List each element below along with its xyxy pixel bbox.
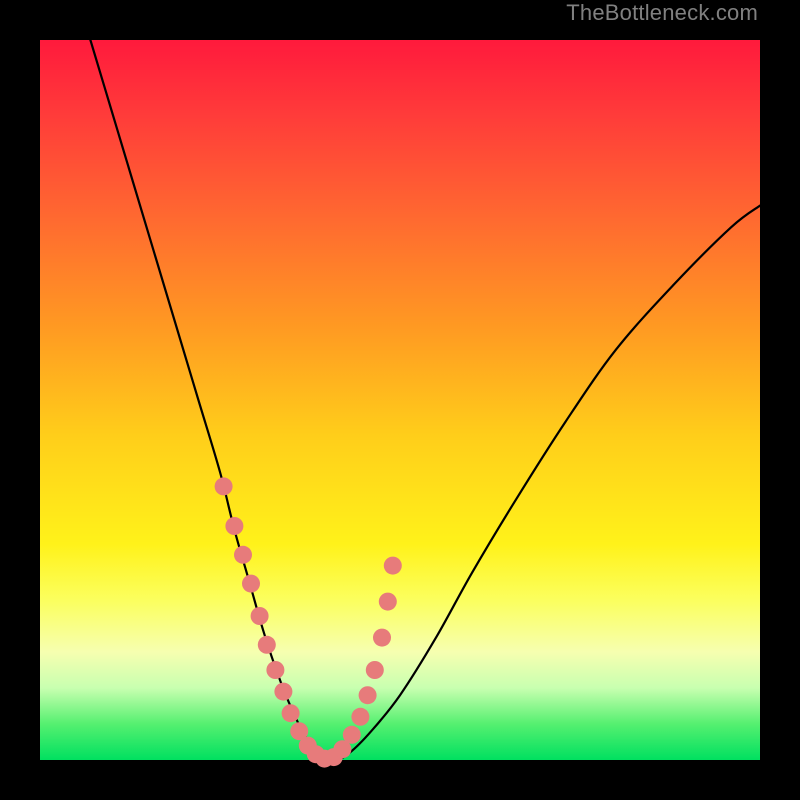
marker-dot (282, 704, 300, 722)
watermark-text: TheBottleneck.com (566, 0, 758, 26)
marker-dot (366, 661, 384, 679)
marker-dot (258, 636, 276, 654)
curve-svg (40, 40, 760, 760)
chart-frame: TheBottleneck.com (0, 0, 800, 800)
marker-dot (266, 661, 284, 679)
marker-dot (234, 546, 252, 564)
marker-dot (373, 629, 391, 647)
marker-dot (379, 593, 397, 611)
marker-dot (225, 517, 243, 535)
plot-area (40, 40, 760, 760)
marker-dot (242, 575, 260, 593)
marker-dot (251, 607, 269, 625)
bottleneck-curve (90, 40, 760, 760)
marker-dot (274, 683, 292, 701)
marker-dot (384, 557, 402, 575)
highlighted-points (215, 477, 402, 767)
marker-dot (343, 726, 361, 744)
marker-dot (215, 477, 233, 495)
bottleneck-curve-path (90, 40, 760, 760)
marker-dot (359, 686, 377, 704)
marker-dot (351, 708, 369, 726)
